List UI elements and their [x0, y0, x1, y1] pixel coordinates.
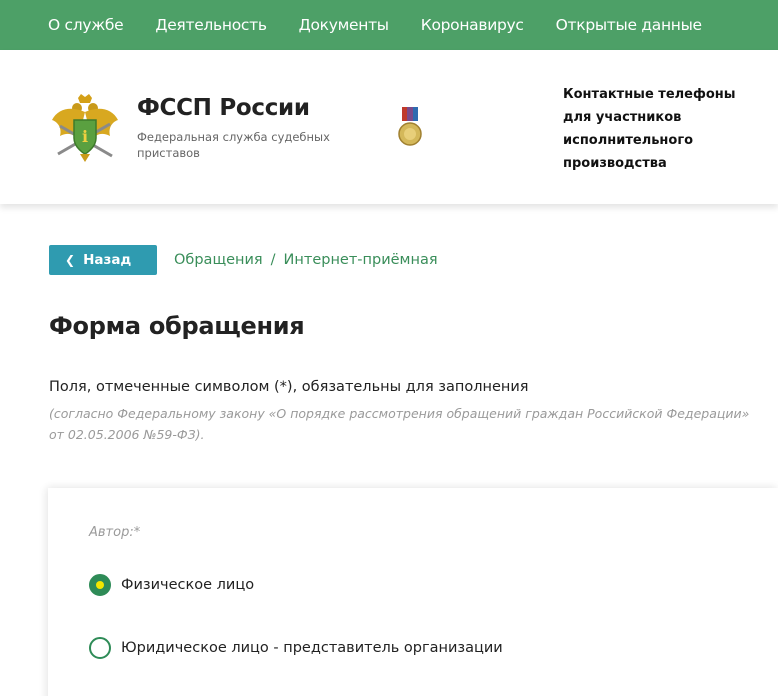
- breadcrumb-item-reception[interactable]: Интернет-приёмная: [284, 252, 438, 268]
- org-subtitle: Федеральная служба судебных приставов: [137, 130, 330, 160]
- back-button-label: Назад: [83, 252, 132, 268]
- medal-icon: [398, 107, 422, 146]
- radio-individual[interactable]: [89, 574, 111, 596]
- top-nav: О службе Деятельность Документы Коронави…: [0, 0, 778, 50]
- svg-text:i: i: [82, 127, 88, 146]
- nav-item-coronavirus[interactable]: Коронавирус: [421, 16, 524, 34]
- radio-legal-entity[interactable]: [89, 637, 111, 659]
- breadcrumb: Обращения / Интернет-приёмная: [174, 252, 438, 268]
- contacts-link[interactable]: Контактные телефоны для участников испол…: [563, 83, 763, 175]
- appeal-form: Автор:* Физическое лицо Юридическое лицо…: [48, 488, 778, 696]
- radio-checked-dot: [96, 581, 104, 589]
- nav-item-about[interactable]: О службе: [48, 16, 124, 34]
- author-field-label: Автор:*: [89, 525, 141, 540]
- breadcrumb-item-appeals[interactable]: Обращения: [174, 252, 263, 268]
- page-title: Форма обращения: [49, 312, 305, 340]
- required-fields-note: Поля, отмеченные символом (*), обязатель…: [49, 379, 529, 395]
- breadcrumb-separator: /: [270, 252, 276, 268]
- author-option-individual[interactable]: Физическое лицо: [89, 574, 254, 596]
- site-header: i ФССП России Федеральная служба судебны…: [0, 50, 778, 204]
- chevron-left-icon: ❮: [65, 253, 76, 267]
- fssp-emblem-icon[interactable]: i: [52, 94, 118, 164]
- nav-item-activity[interactable]: Деятельность: [155, 16, 267, 34]
- back-button[interactable]: ❮ Назад: [49, 245, 157, 275]
- radio-label-legal-entity: Юридическое лицо - представитель организ…: [121, 640, 503, 656]
- radio-label-individual: Физическое лицо: [121, 577, 255, 593]
- org-name[interactable]: ФССП России: [137, 95, 310, 121]
- law-reference-note: (согласно Федеральному закону «О порядке…: [49, 406, 750, 442]
- nav-item-documents[interactable]: Документы: [299, 16, 389, 34]
- nav-item-open-data[interactable]: Открытые данные: [556, 16, 702, 34]
- author-option-legal-entity[interactable]: Юридическое лицо - представитель организ…: [89, 637, 503, 659]
